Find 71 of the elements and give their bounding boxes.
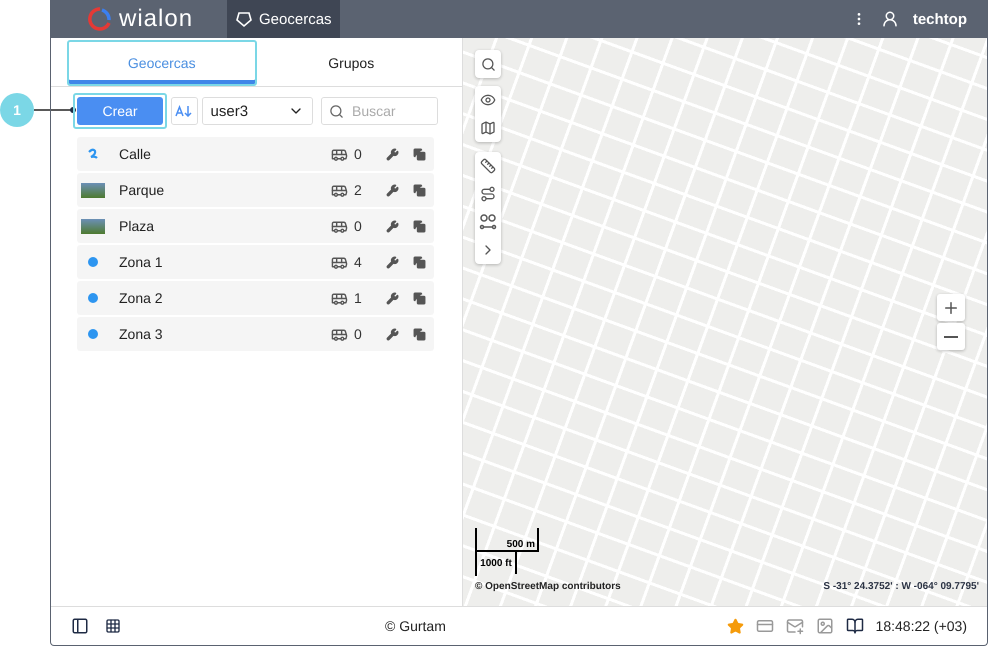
sort-button[interactable] [171, 97, 198, 125]
geofence-row[interactable]: Zona 3 0 [77, 317, 434, 351]
scale-label: 500 m [506, 539, 535, 550]
route-icon [480, 186, 496, 202]
logo-icon [87, 6, 113, 32]
unit-count: 0 [354, 146, 363, 162]
geofence-row[interactable]: Plaza 0 [77, 209, 434, 243]
search-icon [329, 104, 344, 119]
geofence-name: Parque [119, 182, 166, 198]
user-name[interactable]: techtop [912, 10, 967, 28]
search-field[interactable]: Buscar [321, 97, 438, 125]
star-icon[interactable] [726, 618, 744, 634]
wrench-icon[interactable] [386, 256, 399, 268]
book-icon[interactable] [846, 617, 864, 635]
wrench-icon[interactable] [386, 292, 399, 304]
callout-badge: 1 [0, 93, 34, 127]
copyright: © Gurtam [385, 618, 446, 634]
clock-time: 18:48:22 (+03) [876, 618, 967, 634]
logo-text: wialon [119, 5, 194, 33]
mail-icon[interactable] [786, 617, 804, 635]
photo-placeholder [81, 182, 105, 198]
wrench-icon[interactable] [386, 328, 399, 340]
copy-icon[interactable] [413, 148, 426, 160]
pins-icon [479, 213, 497, 231]
minus-icon [944, 336, 958, 338]
copy-icon[interactable] [413, 292, 426, 304]
card-icon[interactable] [756, 617, 774, 635]
zoom-out-button[interactable] [937, 323, 965, 350]
polygon-icon [235, 10, 253, 28]
unit-count: 2 [354, 182, 363, 198]
zoom-in-button[interactable] [937, 294, 965, 321]
grid-icon[interactable] [105, 618, 121, 634]
leader-line [34, 104, 78, 116]
copy-icon[interactable] [413, 184, 426, 196]
geofence-name: Zona 3 [119, 326, 164, 342]
geofence-row[interactable]: Zona 2 1 [77, 281, 434, 315]
user-select[interactable]: user3 [202, 97, 313, 125]
photo-placeholder [81, 218, 105, 234]
unit-count: 0 [354, 326, 363, 342]
unit-count: 0 [354, 218, 363, 234]
copy-icon[interactable] [413, 256, 426, 268]
wrench-icon[interactable] [386, 220, 399, 232]
geofence-name: Calle [119, 146, 152, 162]
geofence-row[interactable]: Parque 2 [77, 173, 434, 207]
app-tab[interactable]: Geocercas [227, 0, 340, 38]
ruler-icon [480, 158, 496, 174]
copy-icon[interactable] [413, 328, 426, 340]
scale-label: 1000 ft [480, 558, 512, 568]
geofence-name: Zona 2 [119, 290, 164, 306]
geofence-name: Plaza [119, 218, 156, 234]
image-icon[interactable] [816, 617, 834, 635]
copy-icon[interactable] [413, 220, 426, 232]
wave-line-icon [87, 148, 99, 160]
wrench-icon[interactable] [386, 184, 399, 196]
eye-icon [480, 92, 496, 108]
circle-icon [88, 257, 98, 267]
panel-icon[interactable] [71, 617, 89, 635]
circle-icon [88, 293, 98, 303]
map-attribution: © OpenStreetMap contributors [475, 581, 621, 592]
user-icon[interactable] [880, 10, 899, 28]
geofence-row[interactable]: Calle 0 [77, 137, 434, 171]
unit-count: 4 [354, 254, 363, 270]
circle-icon [88, 329, 98, 339]
sort-icon [175, 105, 194, 117]
map-icon [480, 120, 496, 136]
wrench-icon[interactable] [386, 148, 399, 160]
coordinates: S -31° 24.3752' : W -064° 09.7795' [823, 581, 979, 592]
unit-count: 1 [354, 290, 363, 306]
geofence-name: Zona 1 [119, 254, 164, 270]
search-icon [480, 56, 496, 72]
geofence-row[interactable]: Zona 1 4 [77, 245, 434, 279]
